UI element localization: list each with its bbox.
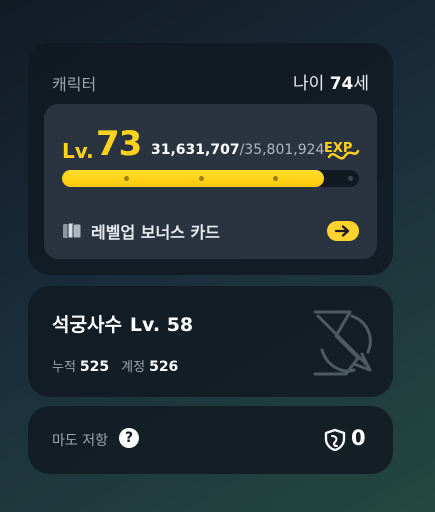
character-title: 캐릭터	[52, 75, 97, 94]
exp-readout: 31,631,707/35,801,924	[151, 142, 324, 158]
character-age: 나이 74세	[293, 69, 369, 94]
magic-resistance-icon	[324, 428, 346, 452]
exp-progress-fill	[62, 170, 325, 187]
levelup-bonus-card-button[interactable]	[327, 221, 359, 241]
job-level: Lv. 58	[129, 314, 194, 336]
cards-icon	[63, 222, 82, 239]
exp-current: 31,631,707	[151, 142, 240, 158]
exp-progress-bar	[62, 170, 359, 187]
progress-tick	[348, 176, 353, 181]
job-title: 석궁사수 Lv. 58	[52, 310, 193, 337]
crossbow-emblem-icon	[313, 310, 372, 376]
progress-tick	[124, 176, 129, 181]
exp-max: 35,801,924	[244, 142, 325, 158]
resistance-card: 마도 저항 ? 0	[28, 406, 393, 474]
arrow-right-icon	[335, 225, 350, 237]
cumulative-value: 525	[79, 359, 110, 375]
resistance-value: 0	[351, 426, 366, 450]
resistance-label: 마도 저항	[52, 433, 108, 449]
account-label: 계정	[121, 360, 146, 375]
age-value: 74	[329, 74, 354, 94]
level-number: 73	[96, 124, 142, 164]
cumulative-label: 누적	[52, 360, 76, 375]
progress-tick	[273, 176, 278, 181]
level-prefix: Lv.	[62, 139, 94, 163]
job-name: 석궁사수	[52, 314, 122, 336]
account-value: 526	[149, 359, 179, 375]
exp-icon: EXP	[324, 141, 360, 160]
help-icon[interactable]: ?	[119, 428, 139, 448]
level-panel: Lv. 73 31,631,707/35,801,924 EXP 레벨업 보너스…	[44, 104, 377, 259]
levelup-bonus-card-label[interactable]: 레벨업 보너스 카드	[91, 219, 220, 243]
job-stats: 누적 525 계정 526	[52, 356, 190, 375]
character-card: 캐릭터 나이 74세 Lv. 73 31,631,707/35,801,924 …	[28, 43, 393, 275]
job-card: 석궁사수 Lv. 58 누적 525 계정 526	[28, 286, 393, 397]
age-suffix: 세	[353, 74, 369, 94]
progress-tick	[199, 176, 204, 181]
age-prefix: 나이	[293, 74, 325, 94]
